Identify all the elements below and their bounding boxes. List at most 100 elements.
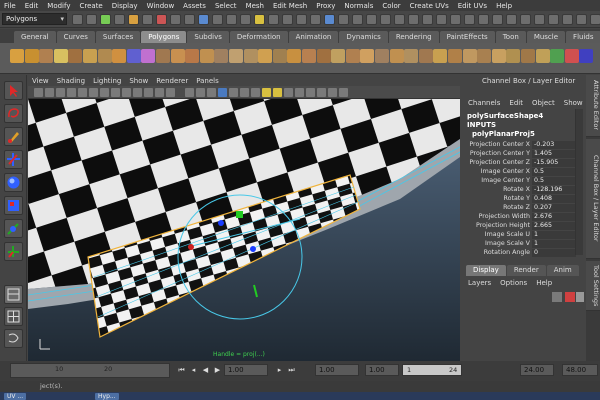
shelf-tool-icon[interactable] xyxy=(229,49,243,63)
channel-value[interactable]: 2.676 xyxy=(532,212,576,221)
menu-color[interactable]: Color xyxy=(382,2,400,10)
side-tab-attribute-editor[interactable]: Attribute Editor xyxy=(586,75,600,137)
tab-painteffects[interactable]: PaintEffects xyxy=(439,31,495,43)
channel-box-scrollbar[interactable] xyxy=(575,109,583,255)
shelf-tool-icon[interactable] xyxy=(126,49,141,63)
menu-edit[interactable]: Edit xyxy=(25,2,39,10)
menu-window[interactable]: Window xyxy=(147,2,175,10)
status-tool-icon[interactable] xyxy=(268,14,279,25)
viewport-toolbar-icon[interactable] xyxy=(240,88,249,97)
side-tab-tool-settings[interactable]: Tool Settings xyxy=(586,261,600,311)
viewport-toolbar-icon[interactable] xyxy=(34,88,43,97)
viewport-toolbar-icon[interactable] xyxy=(218,88,227,97)
status-tool-icon[interactable] xyxy=(436,14,447,25)
viewport-menu-view[interactable]: View xyxy=(32,77,49,85)
end-frame-field[interactable]: 24.00 xyxy=(520,364,554,376)
viewport-menu-show[interactable]: Show xyxy=(129,77,148,85)
viewport-menu-lighting[interactable]: Lighting xyxy=(93,77,121,85)
menu-set-selector[interactable]: Polygons ▾ xyxy=(2,13,67,25)
shelf-tool-icon[interactable] xyxy=(404,49,419,63)
shelf-tool-icon[interactable] xyxy=(535,49,550,63)
status-tool-icon[interactable] xyxy=(128,14,139,25)
status-tool-icon[interactable] xyxy=(408,14,419,25)
viewport-toolbar-icon[interactable] xyxy=(67,88,76,97)
viewport-toolbar-icon[interactable] xyxy=(133,88,142,97)
channel-row[interactable]: Image Center Y 0.5 xyxy=(462,176,580,185)
layer-options-icon[interactable] xyxy=(576,292,584,302)
channel-row[interactable]: Rotate Z 0.207 xyxy=(462,203,580,212)
viewport-toolbar-icon[interactable] xyxy=(295,88,304,97)
channel-row[interactable]: Image Center X 0.5 xyxy=(462,167,580,176)
status-tool-icon[interactable] xyxy=(506,14,517,25)
channel-row[interactable]: Projection Height 2.665 xyxy=(462,221,580,230)
move-tool-icon[interactable] xyxy=(4,150,23,169)
menu-proxy[interactable]: Proxy xyxy=(316,2,335,10)
channel-value[interactable]: 0.5 xyxy=(532,167,576,176)
new-layer-selected-icon[interactable] xyxy=(565,292,575,302)
status-tool-icon[interactable] xyxy=(170,14,181,25)
shelf-tool-icon[interactable] xyxy=(68,49,83,63)
status-tool-icon[interactable] xyxy=(114,14,125,25)
shelf-tool-icon[interactable] xyxy=(477,49,492,63)
layer-tab-anim[interactable]: Anim xyxy=(546,265,579,276)
viewport-toolbar-icon[interactable] xyxy=(196,88,205,97)
menu-select[interactable]: Select xyxy=(215,2,237,10)
shelf-tool-icon[interactable] xyxy=(360,49,375,63)
shelf-tool-icon[interactable] xyxy=(112,49,127,63)
viewport-toolbar-icon[interactable] xyxy=(273,88,282,97)
viewport-toolbar-icon[interactable] xyxy=(328,88,337,97)
shelf-tool-icon[interactable] xyxy=(462,49,477,63)
manip-blue-handle-2[interactable] xyxy=(250,246,256,252)
menu-create-uvs[interactable]: Create UVs xyxy=(410,2,449,10)
shelf-tool-icon[interactable] xyxy=(564,49,579,63)
layer-tab-render[interactable]: Render xyxy=(506,265,546,276)
channel-row[interactable]: Image Scale U1 xyxy=(462,230,580,239)
viewport-toolbar-icon[interactable] xyxy=(122,88,131,97)
tab-curves[interactable]: Curves xyxy=(56,31,95,43)
tab-subdivs[interactable]: Subdivs xyxy=(187,31,229,43)
side-tab-channel-box-layer-editor[interactable]: Channel Box / Layer Editor xyxy=(586,139,600,259)
paint-select-tool-icon[interactable] xyxy=(4,127,23,146)
manip-blue-handle[interactable] xyxy=(218,220,224,226)
scene-view[interactable]: Handle = proj(...) xyxy=(28,99,460,361)
channel-row[interactable]: Rotation Angle 0 xyxy=(462,248,580,257)
select-tool-icon[interactable] xyxy=(4,81,23,100)
shelf-tool-icon[interactable] xyxy=(53,49,68,63)
viewport-toolbar-icon[interactable] xyxy=(45,88,54,97)
shelf-tool-icon[interactable] xyxy=(243,49,258,63)
taskbar-item-hyp[interactable]: Hyp... xyxy=(95,393,119,400)
channel-value[interactable]: -0.203 xyxy=(532,140,576,149)
status-tool-icon[interactable] xyxy=(422,14,433,25)
shape-node-name[interactable]: polySurfaceShape4 xyxy=(467,112,543,120)
channel-row[interactable]: Image Scale V1 xyxy=(462,239,580,248)
tab-fluids[interactable]: Fluids xyxy=(566,31,600,43)
status-tool-icon[interactable] xyxy=(464,14,475,25)
start-frame-field[interactable]: 1.00 xyxy=(315,364,359,376)
step-back-icon[interactable]: ◂ xyxy=(188,365,199,376)
menu-help[interactable]: Help xyxy=(496,2,512,10)
go-to-end-icon[interactable]: ⏭ xyxy=(286,365,297,376)
menu-edit-uvs[interactable]: Edit UVs xyxy=(458,2,487,10)
status-tool-icon[interactable] xyxy=(296,14,307,25)
channel-row[interactable]: Rotate X -128.196 xyxy=(462,185,580,194)
status-tool-icon[interactable] xyxy=(520,14,531,25)
status-tool-icon[interactable] xyxy=(576,14,587,25)
viewport-toolbar-icon[interactable] xyxy=(251,88,260,97)
shelf-tool-icon[interactable] xyxy=(83,49,97,63)
tab-deformation[interactable]: Deformation xyxy=(229,31,288,43)
shelf-tool-icon[interactable] xyxy=(550,49,565,63)
shelf-tool-icon[interactable] xyxy=(258,49,273,63)
menu-display[interactable]: Display xyxy=(112,2,138,10)
status-tool-icon[interactable] xyxy=(380,14,391,25)
manip-green-handle[interactable] xyxy=(236,211,243,218)
status-tool-icon[interactable] xyxy=(324,14,335,25)
viewport-toolbar-icon[interactable] xyxy=(56,88,65,97)
viewport-toolbar-icon[interactable] xyxy=(306,88,315,97)
status-tool-icon[interactable] xyxy=(86,14,97,25)
layer-menu-layers[interactable]: Layers xyxy=(468,279,491,287)
shelf-tool-icon[interactable] xyxy=(272,49,287,63)
menu-edit-mesh[interactable]: Edit Mesh xyxy=(273,2,307,10)
channel-row[interactable]: Projection Center X -0.203 xyxy=(462,140,580,149)
shelf-tool-icon[interactable] xyxy=(345,49,360,63)
status-tool-icon[interactable] xyxy=(590,14,600,25)
